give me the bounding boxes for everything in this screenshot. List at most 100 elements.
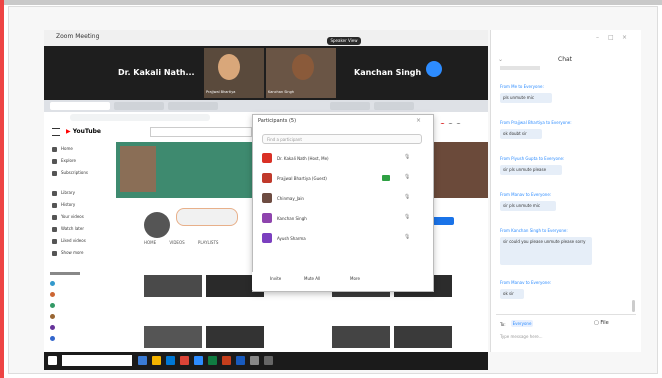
chat-sender: From Piyush Gupta to Everyone: [500,156,565,161]
participant-name[interactable]: Dr. Kakali Nath (Host, Me) [277,156,329,161]
file-button[interactable]: ▢ File [594,320,609,326]
chat-message: ok doubt sir [500,129,542,139]
chat-sender: From Kanchan Singh to Everyone: [500,228,568,233]
tab-playlists[interactable]: PLAYLISTS [198,240,219,245]
explore-icon [52,158,57,164]
chat-divider [496,314,636,315]
powerpoint-icon[interactable] [222,356,231,365]
to-label: To: [500,322,506,327]
app-icon[interactable] [250,356,259,365]
microphone-icon[interactable]: 🎙 [404,214,410,220]
browser-tab[interactable] [330,102,370,110]
library-icon [52,190,57,196]
participants-footer [252,272,432,290]
close-icon[interactable]: × [416,117,421,124]
participant-name[interactable]: Chinmay_Jain [277,196,304,201]
history-icon [52,202,57,208]
browser-tabs [44,100,488,112]
browser-tab[interactable] [374,102,414,110]
home-icon [52,146,57,152]
file-icon: ▢ [594,320,599,326]
app-icon[interactable] [264,356,273,365]
microphone-icon[interactable]: 🎙 [404,174,410,180]
video-on-icon[interactable] [382,175,390,181]
invite-button[interactable]: Invite [270,276,281,281]
sidebar-item-subscriptions[interactable]: Subscriptions [52,170,88,176]
banner-image [120,146,156,192]
youtube-logo[interactable]: ▶ YouTube [66,128,101,135]
tab-videos[interactable]: VIDEOS [169,240,184,245]
subscribe-button[interactable] [432,217,454,225]
browser-tab[interactable] [50,102,110,110]
chat-sender: From Me to Everyone: [500,84,544,89]
video-thumbnail[interactable] [144,326,202,348]
avatar[interactable] [144,212,170,238]
participant-name[interactable]: Kanchan Singh [277,216,307,221]
browser-tab[interactable] [114,102,164,110]
browser-tab[interactable] [168,102,218,110]
windows-start-icon[interactable] [48,356,57,365]
avatar [262,153,272,163]
sidebar-item-your-videos[interactable]: Your videos [52,214,84,220]
channel-banner-right [432,142,488,198]
next-page-icon[interactable] [426,61,442,77]
edge-icon[interactable] [166,356,175,365]
recipient-dropdown[interactable]: Everyone [511,320,533,327]
chat-title: Chat [558,56,573,63]
chat-message-input[interactable]: Type message here... [500,334,630,344]
sidebar-item-explore[interactable]: Explore [52,158,76,164]
avatar [262,213,272,223]
sidebar-item-show-more[interactable]: Show more [52,250,83,256]
left-border [0,0,4,378]
section-heading [144,256,264,262]
microphone-icon[interactable]: 🎙 [404,234,410,240]
video-thumbnail[interactable] [332,326,390,348]
microphone-icon[interactable]: 🎙 [404,154,410,160]
chat-sender: From Prajjwal Bhartiya to Everyone: [500,120,572,125]
mute-all-button[interactable]: Mute All [304,276,320,281]
participant-name[interactable]: Ayush Sharma [277,236,306,241]
microphone-icon[interactable]: 🎙 [404,194,410,200]
word-icon[interactable] [236,356,245,365]
video-thumbnail[interactable] [206,326,264,348]
avatar [262,173,272,183]
chat-scrollbar[interactable] [632,300,635,312]
url-field[interactable] [70,114,210,121]
zoom-icon[interactable] [194,356,203,365]
chevron-down-icon [52,250,57,256]
youtube-search-input[interactable] [150,127,252,137]
browser-extension-icons[interactable] [440,113,480,128]
chevron-down-icon[interactable]: ⌄ [498,56,503,63]
tab-home[interactable]: HOME [144,240,156,245]
chat-sender: From Manav to Everyone: [500,280,552,285]
sidebar-item-liked[interactable]: Liked videos [52,238,86,244]
subscriptions-icon [52,170,57,176]
task-view-icon[interactable] [138,356,147,365]
minimize-icon[interactable]: – [596,34,599,41]
chat-panel [490,30,641,352]
participant-search-input[interactable]: Find a participant [262,134,422,144]
window-title: Zoom Meeting [56,33,100,40]
video-thumbnail[interactable] [144,275,202,297]
sidebar-item-watch-later[interactable]: Watch later [52,226,84,232]
avatar [262,233,272,243]
sidebar-item-home[interactable]: Home [52,146,73,152]
chrome-icon[interactable] [180,356,189,365]
participant-name-1: Dr. Kakali Nath... [118,68,195,77]
chat-message: pls unmute mic [500,93,552,103]
sidebar-item-library[interactable]: Library [52,190,75,196]
file-explorer-icon[interactable] [152,356,161,365]
menu-icon[interactable] [52,128,60,136]
speaker-view-badge[interactable]: Speaker View [327,37,361,45]
maximize-icon[interactable]: □ [608,34,614,41]
chat-message: sir pls unmute mic [500,201,556,211]
top-border [0,0,662,5]
taskbar-search[interactable] [62,355,132,366]
sidebar-item-history[interactable]: History [52,202,75,208]
close-icon[interactable]: × [622,34,627,41]
participant-name[interactable]: Prajjwal Bhartiya (Guest) [277,176,327,181]
more-button[interactable]: More [350,276,360,281]
excel-icon[interactable] [208,356,217,365]
video-thumbnail[interactable] [394,326,452,348]
subscriptions-list [50,268,100,348]
